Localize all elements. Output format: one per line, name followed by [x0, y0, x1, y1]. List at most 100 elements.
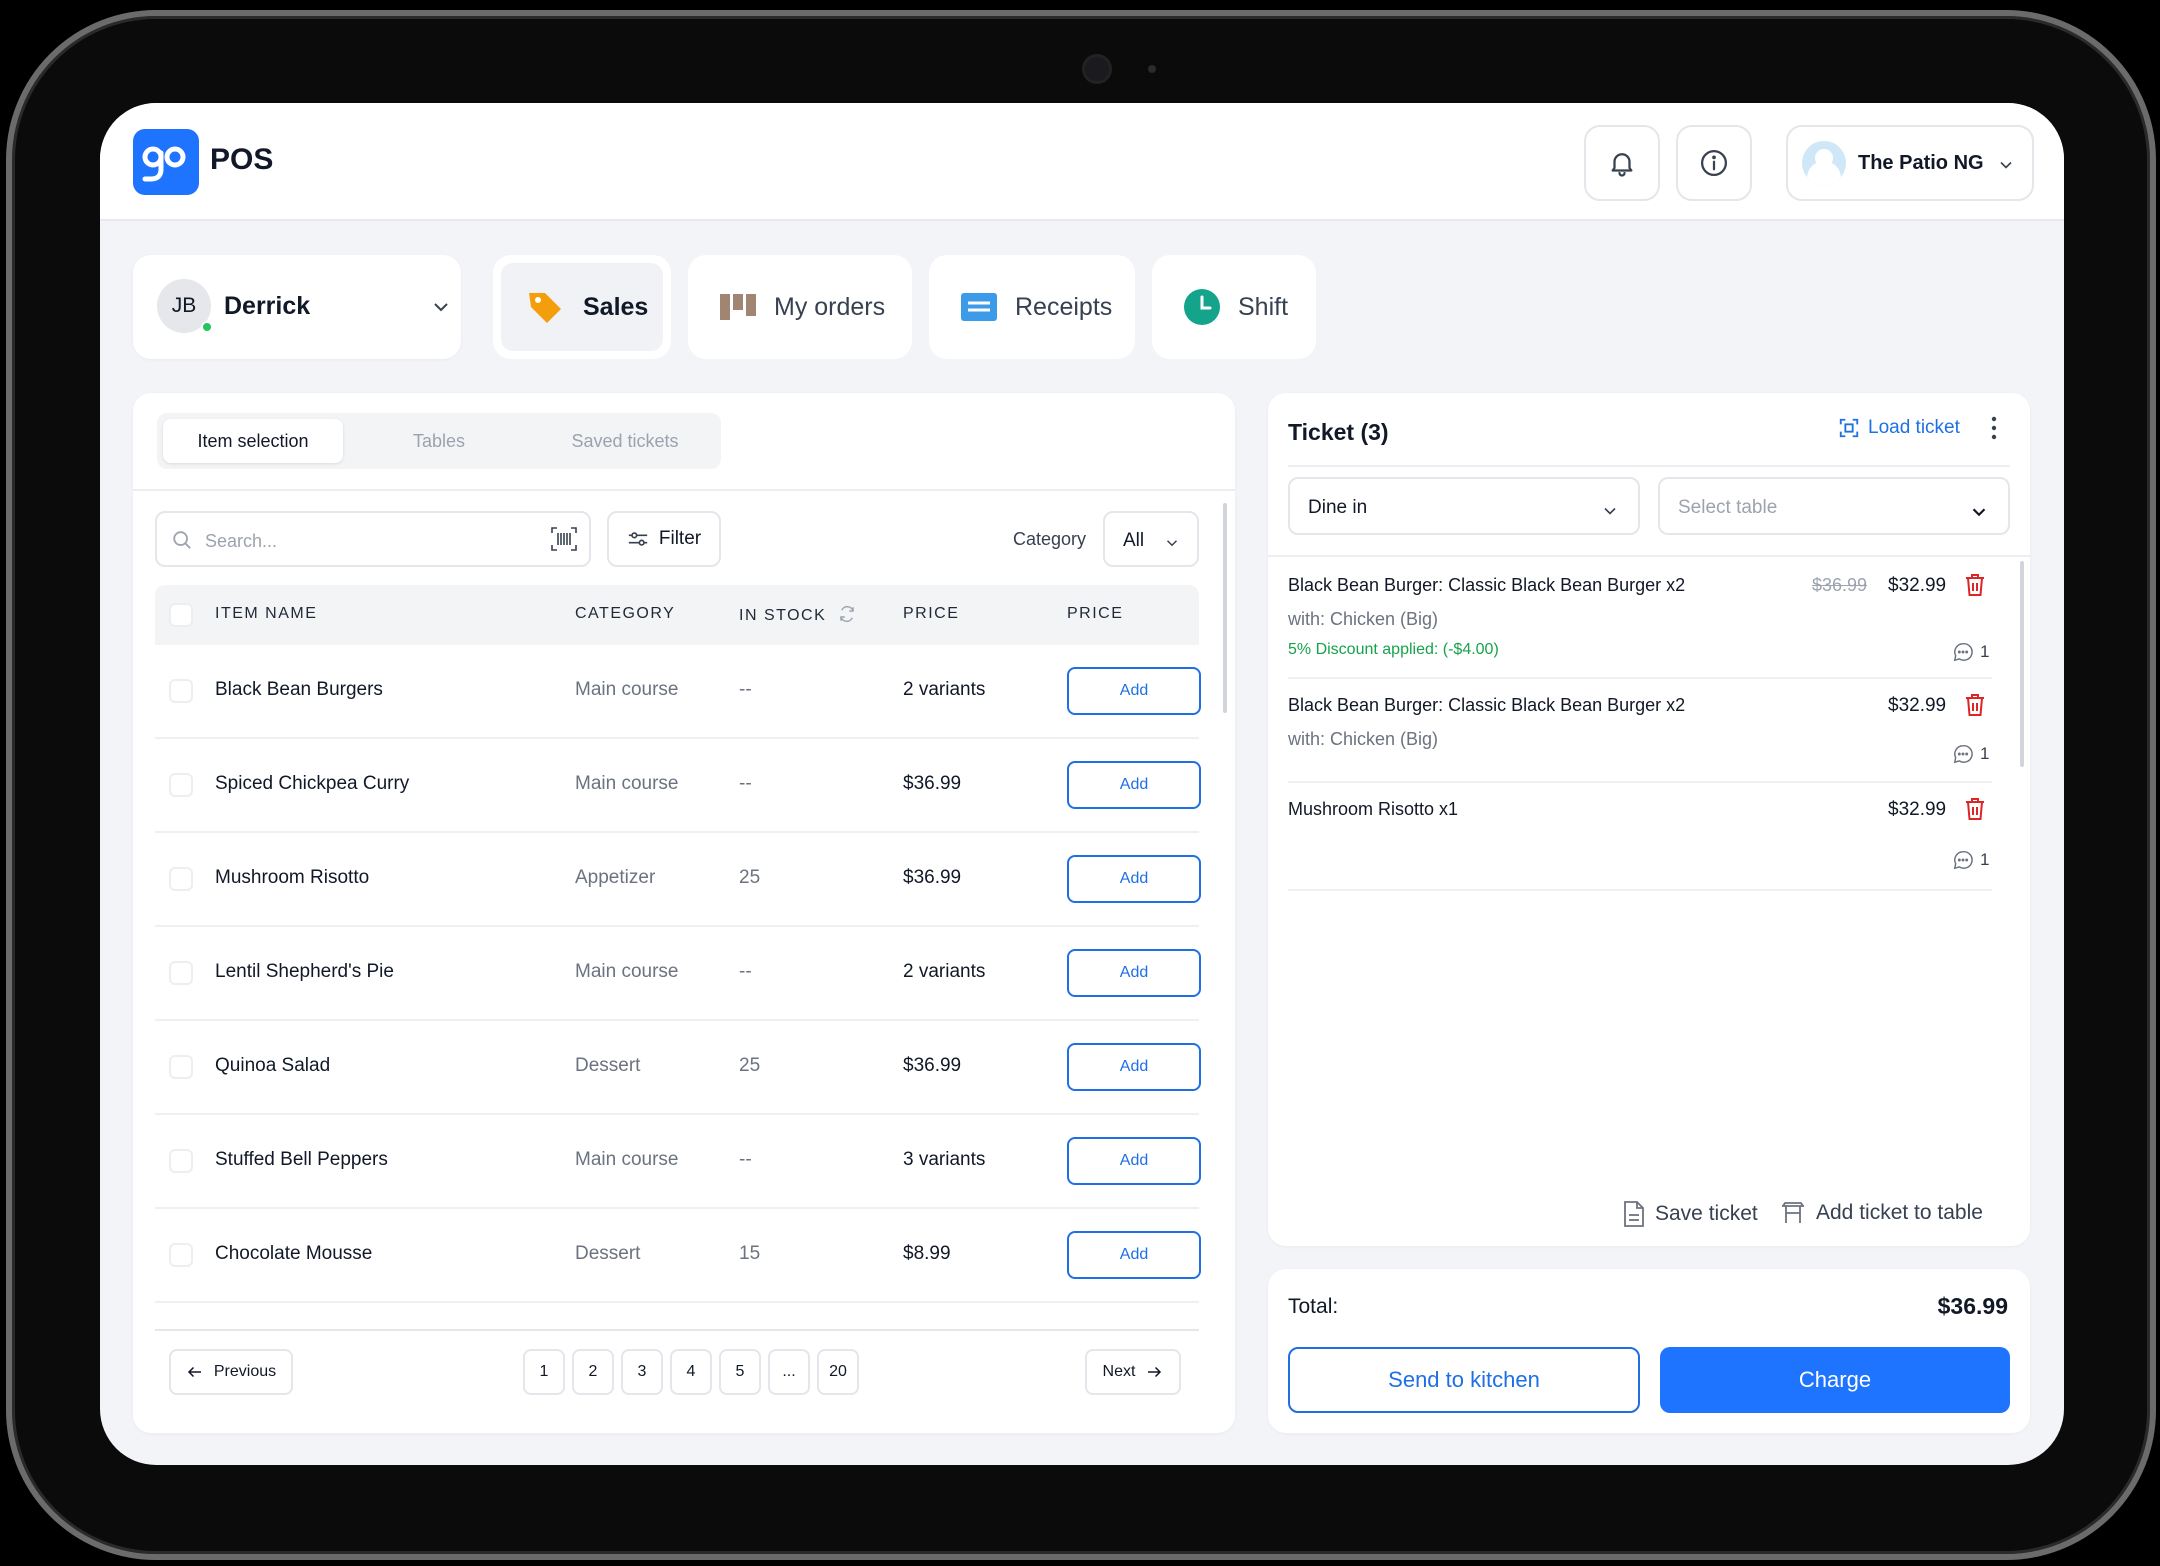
page-button[interactable]: 20 [817, 1349, 859, 1395]
ticket-item-name: Mushroom Risotto x1 [1288, 799, 1459, 819]
chevron-down-icon [1972, 508, 1986, 517]
table-row: Spiced Chickpea Curry Main course -- $36.99… [155, 739, 1201, 833]
row-checkbox[interactable] [169, 679, 193, 703]
nav-shift[interactable]: Shift [1152, 255, 1316, 359]
page-button[interactable]: 2 [572, 1349, 614, 1395]
next-page-button[interactable]: Next [1085, 1349, 1181, 1395]
item-category: Main course [575, 679, 679, 700]
search-icon [173, 531, 191, 549]
app-brand: POS [210, 143, 274, 176]
item-notes[interactable]: 1 [1952, 849, 1989, 871]
arrow-right-icon [1148, 1366, 1162, 1378]
add-item-button[interactable]: Add [1067, 1231, 1201, 1279]
item-price: $36.99 [903, 1055, 962, 1076]
add-item-button[interactable]: Add [1067, 1043, 1201, 1091]
tab-tables[interactable]: Tables [349, 419, 529, 463]
info-icon [1701, 150, 1727, 176]
add-item-button[interactable]: Add [1067, 855, 1201, 903]
trash-icon[interactable] [1964, 573, 1986, 602]
venue-avatar [1802, 141, 1846, 185]
trash-icon[interactable] [1964, 797, 1986, 826]
add-item-button[interactable]: Add [1067, 1137, 1201, 1185]
nav-receipts[interactable]: Receipts [929, 255, 1135, 359]
item-category: Main course [575, 773, 679, 794]
row-checkbox[interactable] [169, 961, 193, 985]
ticket-item-old-price: $36.99 [1812, 575, 1868, 595]
app-screen: POS The Patio NG JB Derrick Sales My ord… [100, 103, 2064, 1465]
orders-icon [720, 292, 756, 322]
notifications-button[interactable] [1584, 125, 1660, 201]
item-price: $36.99 [903, 867, 962, 888]
item-notes[interactable]: 1 [1952, 641, 1989, 663]
page-button[interactable]: ... [768, 1349, 810, 1395]
total-label: Total: [1288, 1295, 1339, 1318]
row-checkbox[interactable] [169, 1149, 193, 1173]
search-placeholder: Search... [205, 531, 278, 551]
app-logo-icon [133, 129, 199, 195]
add-ticket-to-table-button[interactable]: Add ticket to table [1780, 1201, 1983, 1225]
item-notes[interactable]: 1 [1952, 743, 1989, 765]
item-stock: -- [739, 1149, 752, 1170]
ticket-item-price: $32.99 [1888, 575, 1947, 596]
category-select[interactable]: All [1103, 511, 1199, 567]
item-name: Black Bean Burgers [215, 679, 383, 700]
trash-icon[interactable] [1964, 693, 1986, 722]
search-input[interactable]: Search... [155, 511, 591, 567]
ticket-item[interactable]: Black Bean Burger: Classic Black Bean Bu… [1288, 573, 1992, 679]
order-type-select[interactable]: Dine in [1288, 477, 1640, 535]
select-all-checkbox[interactable] [169, 603, 193, 627]
ticket-item[interactable]: Mushroom Risotto x1 $32.99 1 [1288, 797, 1992, 891]
item-name: Spiced Chickpea Curry [215, 773, 410, 794]
ticket-item-price: $32.99 [1888, 695, 1947, 716]
scrollbar[interactable] [1223, 503, 1227, 713]
add-item-button[interactable]: Add [1067, 667, 1201, 715]
chevron-down-icon [1604, 507, 1616, 515]
item-stock: -- [739, 679, 752, 700]
tab-saved-tickets[interactable]: Saved tickets [535, 419, 715, 463]
item-category: Main course [575, 1149, 679, 1170]
previous-page-button[interactable]: Previous [169, 1349, 293, 1395]
chevron-down-icon [2000, 161, 2012, 169]
venue-selector[interactable]: The Patio NG [1786, 125, 2034, 201]
row-checkbox[interactable] [169, 1243, 193, 1267]
filter-button[interactable]: Filter [607, 511, 721, 567]
item-stock: 15 [739, 1243, 761, 1264]
page-button[interactable]: 5 [719, 1349, 761, 1395]
page-button[interactable]: 4 [670, 1349, 712, 1395]
row-checkbox[interactable] [169, 1055, 193, 1079]
ticket-item[interactable]: Black Bean Burger: Classic Black Bean Bu… [1288, 693, 1992, 783]
nav-my-orders[interactable]: My orders [688, 255, 912, 359]
table-row: Mushroom Risotto Appetizer 25 $36.99 Add [155, 833, 1201, 927]
row-checkbox[interactable] [169, 773, 193, 797]
refresh-icon[interactable] [838, 605, 856, 623]
page-button[interactable]: 1 [523, 1349, 565, 1395]
totals-panel: Total: $36.99 Send to kitchen Charge [1268, 1269, 2030, 1433]
tag-icon [525, 287, 565, 327]
send-to-kitchen-button[interactable]: Send to kitchen [1288, 1347, 1640, 1413]
table-select[interactable]: Select table [1658, 477, 2010, 535]
ticket-panel: Ticket (3) Load ticket Dine in Select ta… [1268, 393, 2030, 1246]
info-button[interactable] [1676, 125, 1752, 201]
document-icon [1624, 1201, 1644, 1227]
item-name: Mushroom Risotto [215, 867, 370, 888]
table-row: Black Bean Burgers Main course -- 2 variant… [155, 645, 1201, 739]
add-item-button[interactable]: Add [1067, 949, 1201, 997]
nav-sales[interactable]: Sales [493, 255, 671, 359]
item-category: Main course [575, 961, 679, 982]
row-checkbox[interactable] [169, 867, 193, 891]
save-ticket-button[interactable]: Save ticket [1623, 1201, 1758, 1227]
more-options-icon[interactable] [1990, 415, 1998, 441]
scrollbar[interactable] [2020, 561, 2024, 767]
load-ticket-button[interactable]: Load ticket [1838, 417, 1960, 439]
item-price: 2 variants [903, 679, 986, 700]
user-selector[interactable]: JB Derrick [133, 255, 461, 359]
comment-icon [1952, 743, 1980, 765]
ticket-item-name: Black Bean Burger: Classic Black Bean Bu… [1288, 695, 1686, 715]
camera [1082, 54, 1112, 84]
charge-button[interactable]: Charge [1660, 1347, 2010, 1413]
barcode-scan-icon[interactable] [551, 527, 577, 551]
tab-item-selection[interactable]: Item selection [163, 419, 343, 463]
page-button[interactable]: 3 [621, 1349, 663, 1395]
add-item-button[interactable]: Add [1067, 761, 1201, 809]
item-selection-panel: Item selection Tables Saved tickets Sear… [133, 393, 1235, 1433]
